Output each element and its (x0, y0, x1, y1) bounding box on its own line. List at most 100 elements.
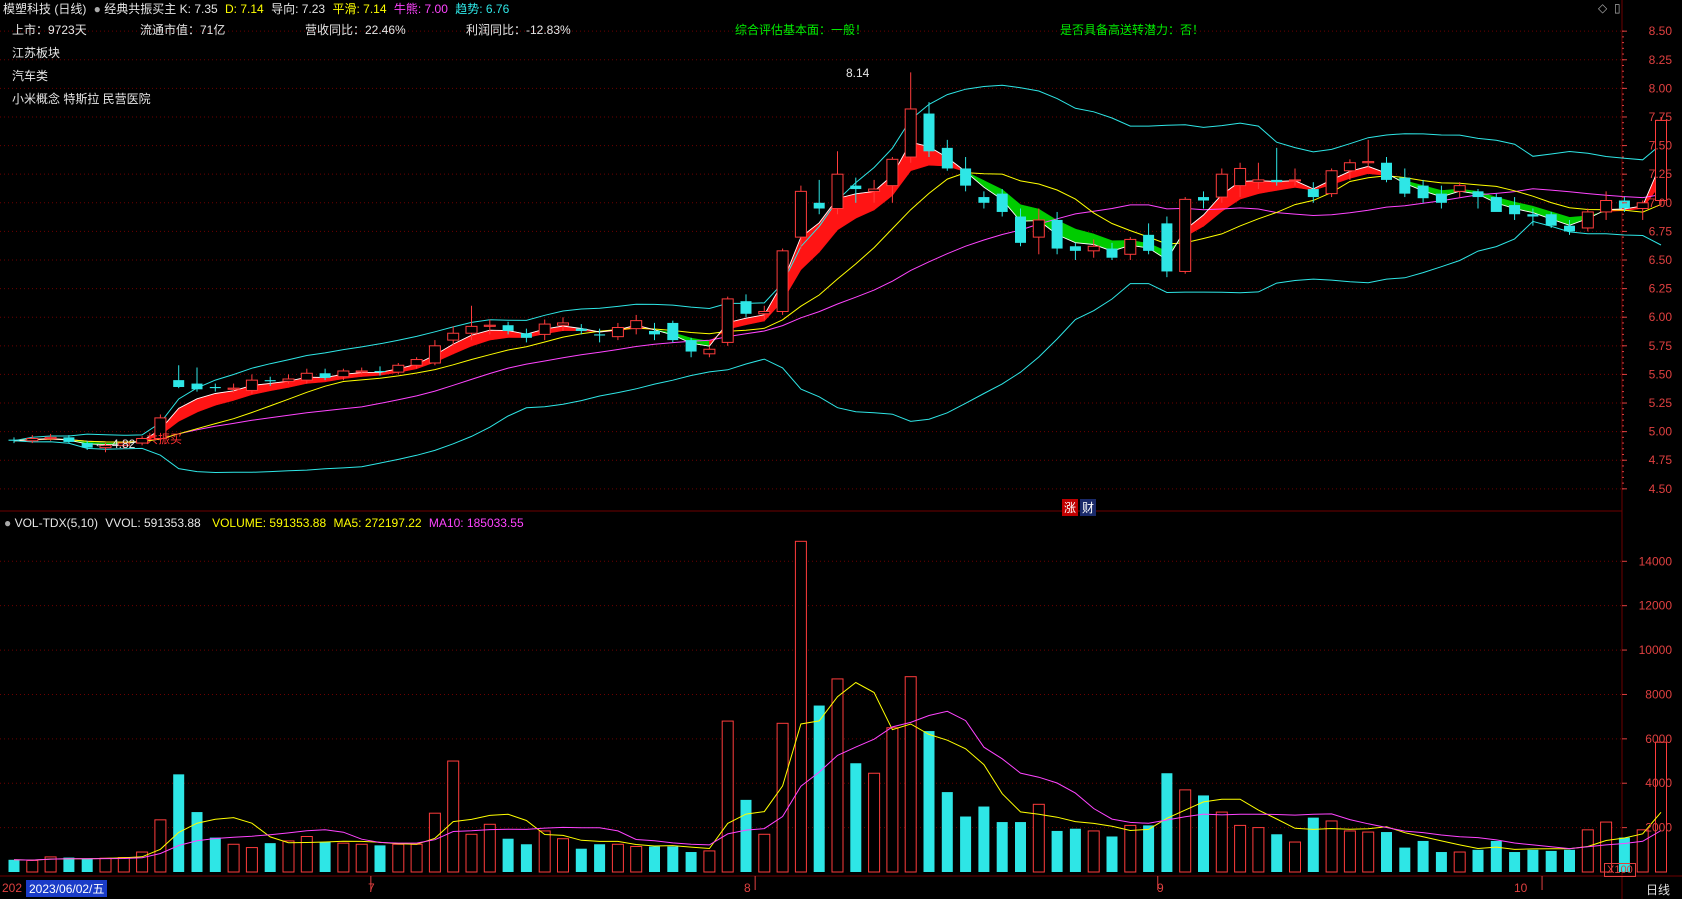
candle-body (483, 324, 496, 327)
month-label-7: 7 (368, 881, 375, 895)
volume-bar (1453, 851, 1466, 873)
volume-tick-label: 4000 (1645, 776, 1672, 790)
candle-body (173, 380, 185, 388)
volume-bar (813, 705, 825, 872)
trend-label: 趋势: (455, 2, 483, 16)
candle-body (594, 334, 606, 336)
volume-bar (99, 857, 112, 873)
volume-bar (319, 842, 331, 872)
indicator-name[interactable]: 经典共振买主 (104, 2, 176, 16)
volume-bar (1143, 825, 1155, 872)
assessment: 综合评估基本面：一般！ (735, 23, 868, 37)
price-tick-label: 4.75 (1649, 453, 1673, 467)
candle-body (740, 301, 752, 314)
candles (8, 72, 1667, 453)
volume-bar (1051, 830, 1063, 872)
profit-yoy: 利润同比：-12.83% (466, 23, 571, 37)
diamond-icon[interactable]: ◇ (1598, 1, 1607, 15)
candle-body (630, 320, 643, 330)
candle-body (1051, 219, 1063, 249)
candle-body (996, 193, 1008, 212)
candle-body (1325, 170, 1338, 195)
volume-bar (1179, 789, 1192, 873)
candle-body (465, 325, 478, 334)
candle-body (1161, 223, 1173, 272)
stock-name[interactable]: 模塑科技 (日线) (3, 2, 86, 16)
candle-body (1417, 185, 1429, 199)
volume-bar (483, 823, 496, 873)
candle-body (1289, 179, 1301, 182)
candle-body (374, 370, 386, 373)
volume-bar (1234, 824, 1247, 873)
candle-body (1581, 211, 1594, 229)
volume-bar (1069, 828, 1081, 872)
band-lower-line (13, 220, 1662, 474)
panel-toggle-icon[interactable]: ▯ (1614, 1, 1621, 15)
volume-bar (611, 843, 624, 873)
volume-bar (63, 857, 75, 872)
bullbear-label: 牛熊: (393, 2, 422, 16)
volume-bar (410, 843, 423, 873)
volume-bar (1636, 829, 1649, 873)
candle-body (319, 373, 331, 378)
candle-body (227, 387, 240, 390)
volume-bar (941, 792, 953, 872)
candle-body (1453, 185, 1466, 192)
rise-event-badge[interactable]: 涨 (1062, 499, 1079, 516)
candle-body (831, 173, 844, 210)
volume-bar (337, 842, 350, 873)
d-value: 7.14 (240, 2, 264, 16)
candle-body (1198, 197, 1209, 201)
volume-bar (264, 843, 276, 872)
cursor-date[interactable]: 2023/06/02/五 (26, 880, 108, 897)
vol-indicator-name[interactable]: VOL-TDX(5,10) (15, 516, 98, 530)
candle-body (300, 372, 313, 381)
candle-body (941, 147, 953, 169)
volume-bar (831, 678, 844, 873)
ma5-value: MA5: 272197.22 (333, 516, 422, 530)
circle-icon[interactable]: ● (94, 2, 101, 16)
price-tick-label: 8.50 (1649, 24, 1673, 38)
low-arrow-icon: ← (94, 436, 106, 450)
candle-body (1087, 245, 1100, 252)
volume-bar (300, 835, 313, 873)
candle-body (978, 197, 990, 203)
candle-body (1015, 216, 1026, 243)
candle-body (26, 437, 39, 442)
volume-tick-label: 14000 (1639, 554, 1673, 568)
kline-chart[interactable]: 8.50 8.25 8.00 7.75 7.50 7.25 7.00 6.75 6.50 6.25… (0, 0, 1682, 899)
volume-bar (794, 540, 807, 873)
volume-tick-label: 12000 (1639, 599, 1673, 613)
volume-bar (8, 859, 20, 872)
listed-days: 上市：9723天 (12, 23, 87, 37)
candle-body (1106, 248, 1118, 258)
candle-body (1435, 193, 1447, 203)
candle-body (44, 436, 57, 439)
circle-icon[interactable]: ● (4, 516, 11, 530)
candle-body (209, 387, 221, 389)
volume-bar (996, 822, 1008, 872)
volume-bar (1307, 817, 1319, 872)
candle-body (1600, 200, 1613, 213)
candle-body (575, 328, 587, 331)
candle-body (886, 158, 899, 187)
period-label[interactable]: 日线 (1646, 881, 1670, 898)
ribbon-segment (489, 329, 509, 341)
candle-body (1381, 162, 1392, 180)
candle-body (850, 185, 862, 190)
volume-bar (649, 846, 660, 872)
candle-body (1271, 179, 1283, 183)
price-tick-label: 7.25 (1649, 167, 1673, 181)
price-axis: 8.50 8.25 8.00 7.75 7.50 7.25 7.00 6.75 6.50 6.25… (370, 24, 1673, 890)
candle-body (923, 113, 935, 152)
price-tick-label: 7.75 (1649, 110, 1673, 124)
candle-body (447, 332, 460, 341)
volume-bar (1271, 834, 1283, 872)
volume-bar (758, 833, 771, 873)
volume-bar (721, 720, 734, 873)
price-tick-label: 5.75 (1649, 339, 1673, 353)
candle-body (245, 379, 258, 391)
finance-event-badge[interactable]: 财 (1080, 499, 1097, 516)
candle-body (1545, 214, 1557, 226)
volume-bar (282, 840, 295, 873)
